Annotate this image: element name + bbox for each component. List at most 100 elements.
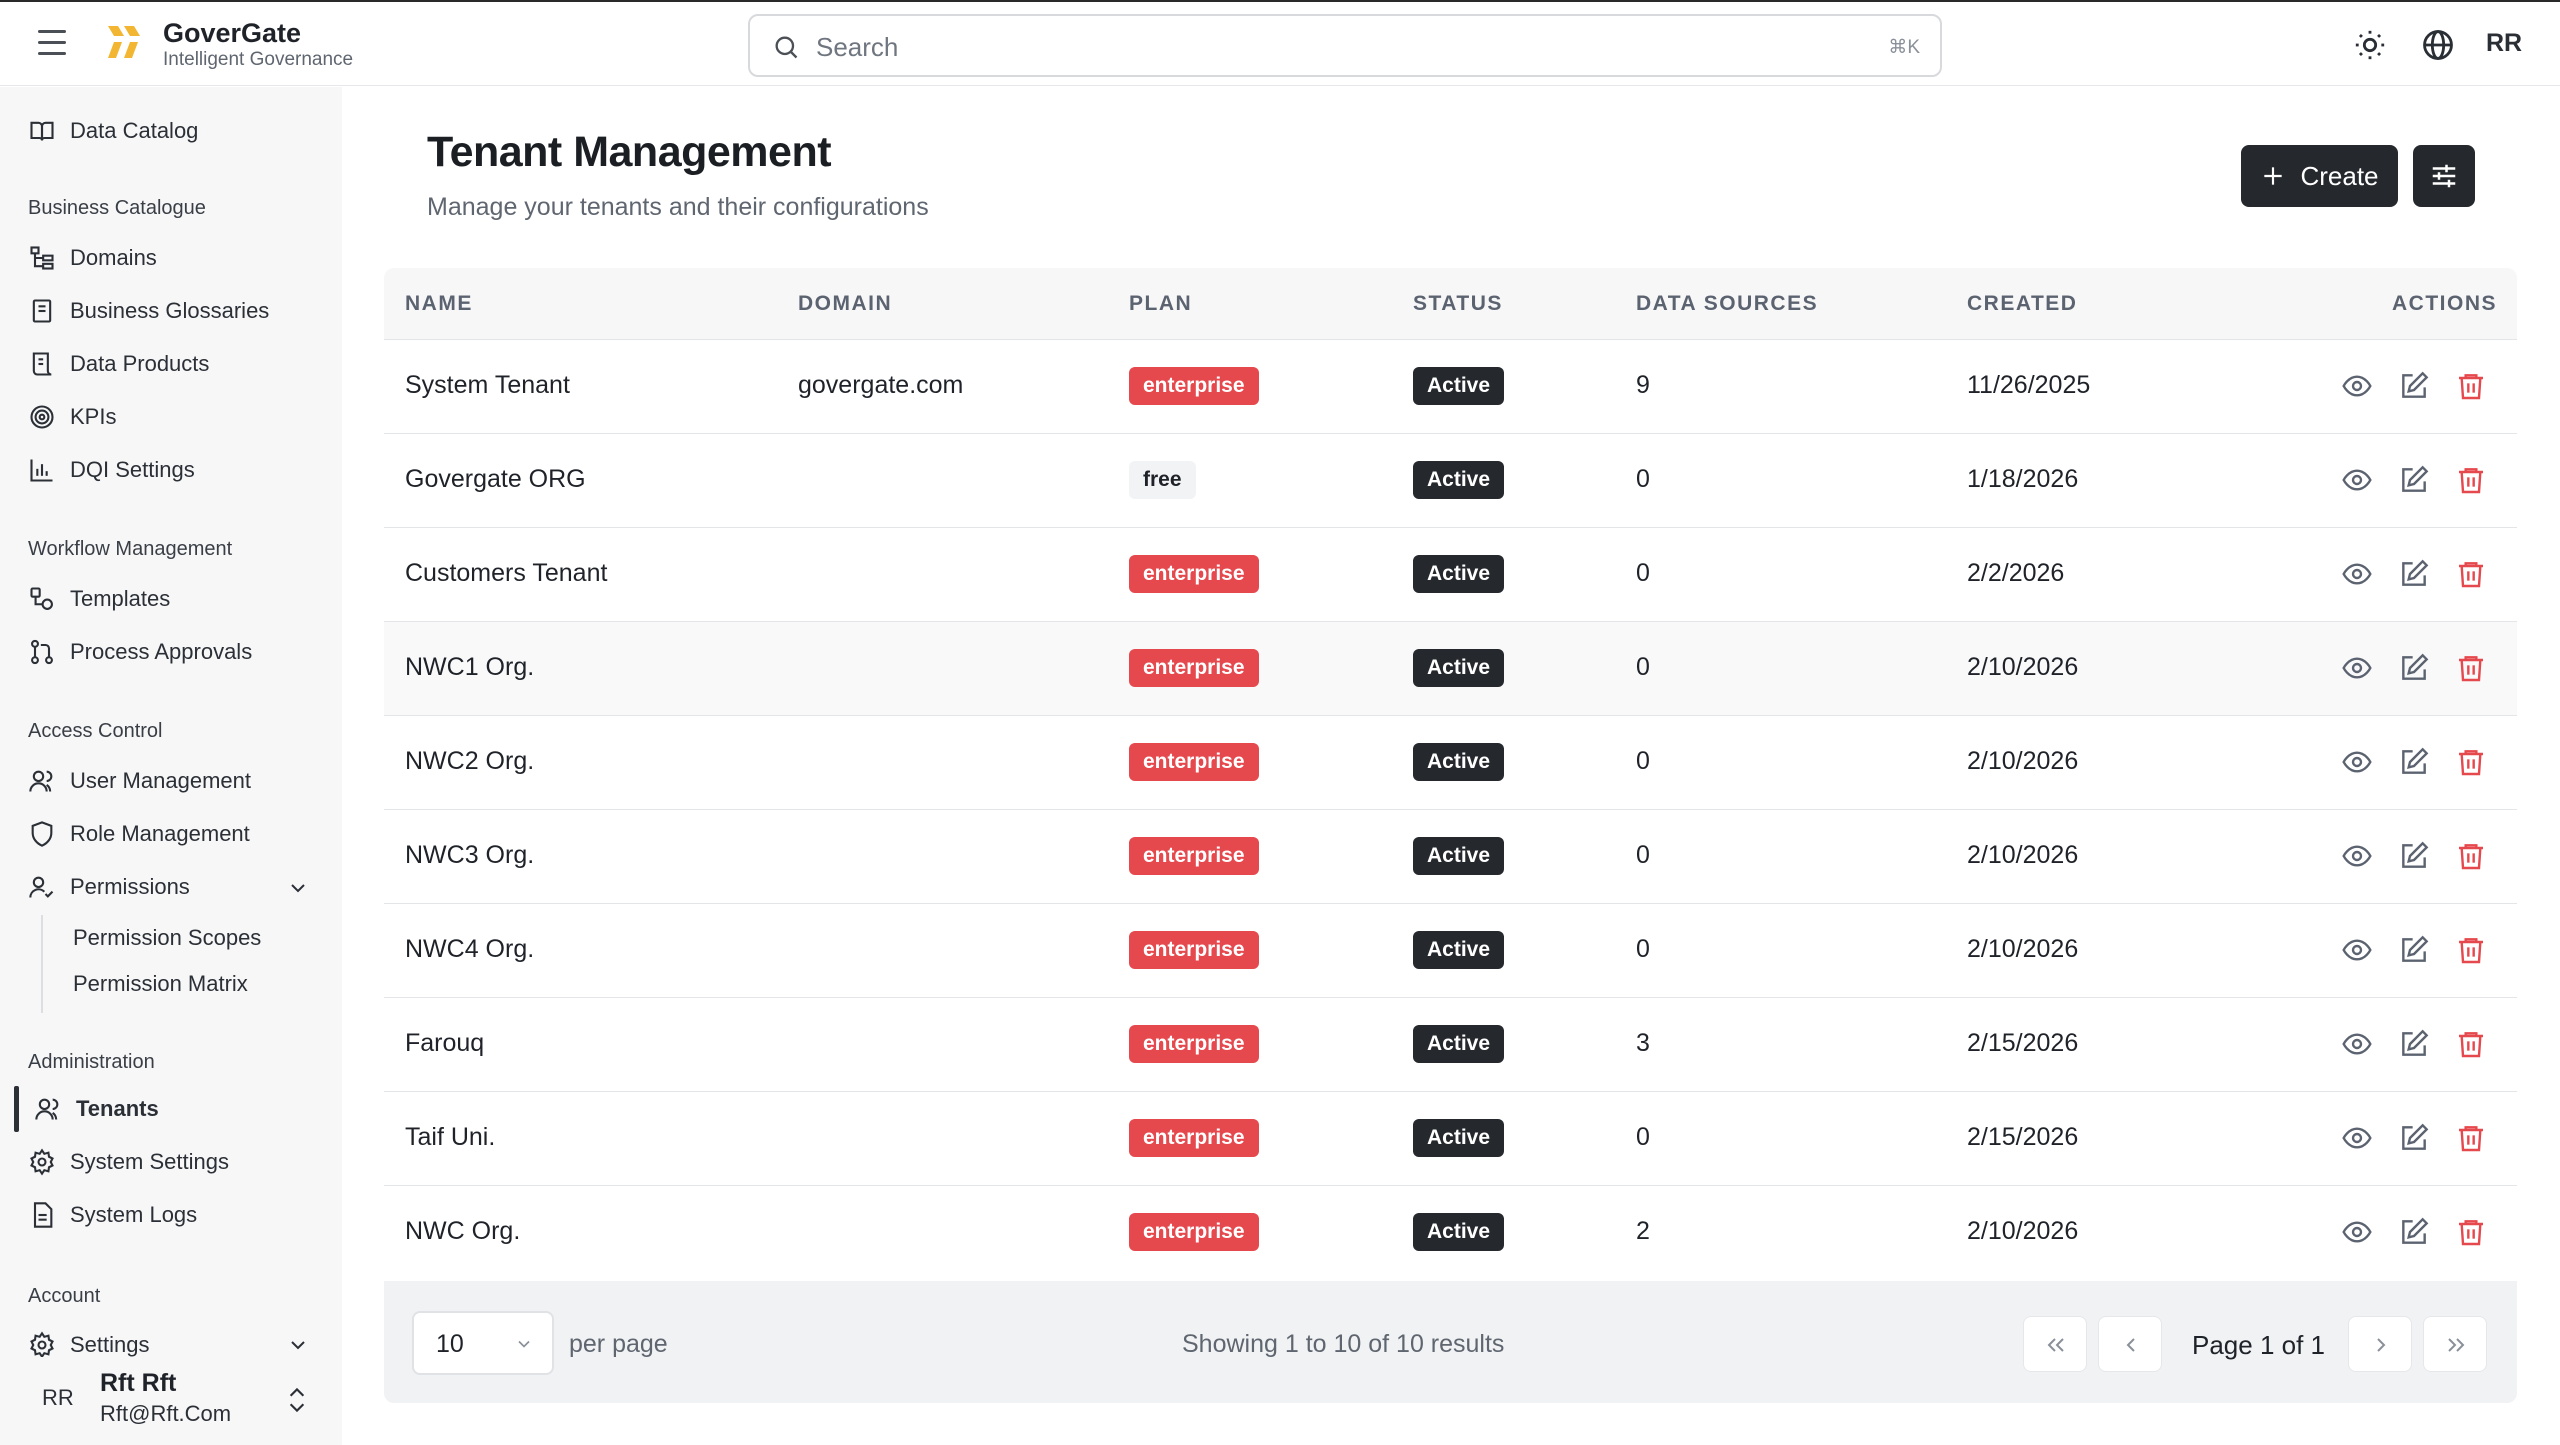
eye-icon[interactable] [2341, 1122, 2373, 1154]
brand-name: GoverGate [163, 18, 302, 48]
column-header-plan[interactable]: PLAN [1129, 292, 1192, 316]
edit-icon[interactable] [2398, 746, 2430, 778]
edit-icon[interactable] [2398, 934, 2430, 966]
tenant-name: NWC3 Org. [405, 841, 535, 869]
trash-icon[interactable] [2455, 840, 2487, 872]
eye-icon[interactable] [2341, 746, 2373, 778]
status-badge: Active [1413, 837, 1505, 875]
edit-icon[interactable] [2398, 652, 2430, 684]
created-date: 2/10/2026 [1967, 935, 2079, 963]
eye-icon[interactable] [2341, 1216, 2373, 1248]
per-page-select[interactable]: 10 [412, 1311, 554, 1375]
created-date: 2/10/2026 [1967, 747, 2079, 775]
sidebar-item-process-approvals[interactable]: Process Approvals [28, 632, 252, 672]
sidebar-item-label: DQI Settings [70, 457, 195, 482]
data-sources-count: 0 [1636, 747, 1650, 775]
chevron-down-icon[interactable] [286, 1333, 310, 1357]
eye-icon[interactable] [2341, 1028, 2373, 1060]
edit-icon[interactable] [2398, 1028, 2430, 1060]
sidebar-item-business-glossaries[interactable]: Business Glossaries [28, 291, 269, 331]
sidebar-item-permission-matrix[interactable]: Permission Matrix [73, 971, 248, 997]
edit-icon[interactable] [2398, 1216, 2430, 1248]
table-row[interactable]: NWC4 Org. enterprise Active 0 2/10/2026 [384, 904, 2517, 998]
table-row[interactable]: System Tenant govergate.com enterprise Acti… [384, 340, 2517, 434]
edit-icon[interactable] [2398, 464, 2430, 496]
user-avatar[interactable]: RR [2486, 29, 2522, 58]
sidebar-section-title: Administration [28, 1051, 155, 1073]
edit-icon[interactable] [2398, 370, 2430, 402]
tenant-name: NWC1 Org. [405, 653, 535, 681]
edit-icon[interactable] [2398, 1122, 2430, 1154]
filter-button[interactable] [2413, 145, 2475, 207]
git-pull-request-icon [31, 639, 53, 665]
column-header-data-sources[interactable]: DATA SOURCES [1636, 292, 1818, 316]
sidebar-item-label: Permissions [70, 874, 190, 899]
first-page-button[interactable] [2023, 1316, 2087, 1372]
chevrons-up-down-icon [289, 1387, 305, 1413]
sidebar-item-role-management[interactable]: Role Management [28, 814, 250, 854]
table-row[interactable]: Customers Tenant enterprise Active 0 2/2/202… [384, 528, 2517, 622]
last-page-button[interactable] [2423, 1316, 2487, 1372]
sidebar-item-templates[interactable]: Templates [28, 579, 170, 619]
sidebar-item-system-settings[interactable]: System Settings [28, 1142, 229, 1182]
status-badge: Active [1413, 555, 1505, 593]
trash-icon[interactable] [2455, 464, 2487, 496]
eye-icon[interactable] [2341, 934, 2373, 966]
table-row[interactable]: Farouq enterprise Active 3 2/15/2026 [384, 998, 2517, 1092]
chevron-right-icon [2377, 1338, 2386, 1352]
data-sources-count: 2 [1636, 1217, 1650, 1245]
per-page-label: per page [569, 1330, 668, 1358]
trash-icon[interactable] [2455, 370, 2487, 402]
trash-icon[interactable] [2455, 1028, 2487, 1060]
sidebar-item-tenants[interactable]: Tenants [34, 1089, 159, 1129]
sidebar-item-label: Tenants [76, 1096, 159, 1121]
sidebar-item-permissions[interactable]: Permissions [28, 867, 190, 907]
table-row[interactable]: Govergate ORG free Active 0 1/18/2026 [384, 434, 2517, 528]
table-row[interactable]: Taif Uni. enterprise Active 0 2/15/2026 [384, 1092, 2517, 1186]
eye-icon[interactable] [2341, 370, 2373, 402]
trash-icon[interactable] [2455, 1122, 2487, 1154]
globe-icon[interactable] [2421, 28, 2455, 62]
tenant-name: NWC4 Org. [405, 935, 535, 963]
trash-icon[interactable] [2455, 746, 2487, 778]
table-row[interactable]: NWC1 Org. enterprise Active 0 2/10/2026 [384, 622, 2517, 716]
create-button[interactable]: Create [2241, 145, 2398, 207]
sidebar-item-user-management[interactable]: User Management [28, 761, 251, 801]
sliders-icon [2432, 164, 2456, 188]
table-row[interactable]: NWC Org. enterprise Active 2 2/10/2026 [384, 1186, 2517, 1280]
trash-icon[interactable] [2455, 1216, 2487, 1248]
eye-icon[interactable] [2341, 840, 2373, 872]
table-row[interactable]: NWC3 Org. enterprise Active 0 2/10/2026 [384, 810, 2517, 904]
table-row[interactable]: NWC2 Org. enterprise Active 0 2/10/2026 [384, 716, 2517, 810]
sidebar-item-dqi-settings[interactable]: DQI Settings [28, 450, 195, 490]
column-header-domain[interactable]: DOMAIN [798, 292, 892, 316]
status-badge: Active [1413, 1213, 1505, 1251]
sidebar-item-data-products[interactable]: Data Products [28, 344, 209, 384]
search-input[interactable]: Search ⌘K [748, 14, 1942, 77]
eye-icon[interactable] [2341, 464, 2373, 496]
eye-icon[interactable] [2341, 558, 2373, 590]
user-menu[interactable]: RR Rft Rft Rft@Rft.Com [0, 1357, 342, 1445]
next-page-button[interactable] [2348, 1316, 2412, 1372]
trash-icon[interactable] [2455, 652, 2487, 684]
sidebar-item-permission-scopes[interactable]: Permission Scopes [73, 925, 261, 951]
sidebar-item-system-logs[interactable]: System Logs [28, 1195, 197, 1235]
bar-chart-icon [30, 459, 53, 482]
column-header-status[interactable]: STATUS [1413, 292, 1503, 316]
edit-icon[interactable] [2398, 840, 2430, 872]
sidebar-item-data-catalog[interactable]: Data Catalog [28, 111, 198, 151]
eye-icon[interactable] [2341, 652, 2373, 684]
column-header-name[interactable]: NAME [405, 292, 473, 316]
previous-page-button[interactable] [2098, 1316, 2162, 1372]
sidebar-item-domains[interactable]: Domains [28, 238, 157, 278]
sun-icon[interactable] [2353, 28, 2387, 62]
sidebar-section-title: Business Catalogue [28, 197, 206, 219]
chevron-down-icon[interactable] [286, 876, 310, 900]
trash-icon[interactable] [2455, 934, 2487, 966]
edit-icon[interactable] [2398, 558, 2430, 590]
trash-icon[interactable] [2455, 558, 2487, 590]
sidebar-item-kpis[interactable]: KPIs [28, 397, 116, 437]
chevrons-right-icon [2448, 1338, 2465, 1352]
menu-icon[interactable] [38, 30, 78, 60]
column-header-created[interactable]: CREATED [1967, 292, 2077, 316]
